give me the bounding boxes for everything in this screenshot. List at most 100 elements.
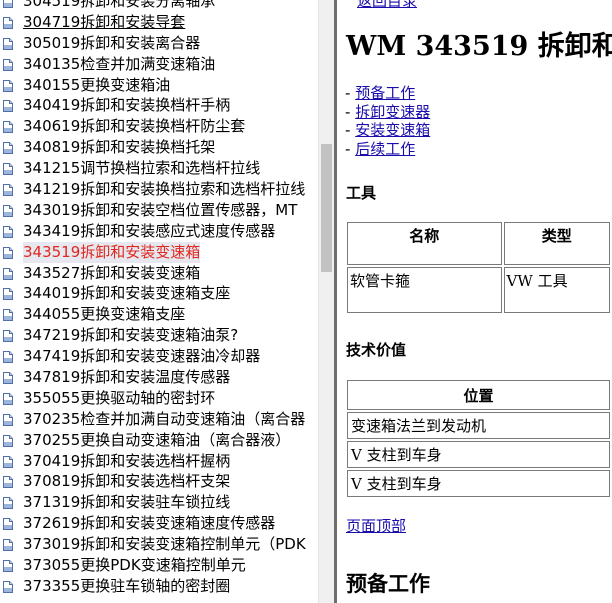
tree-item-label: 370235检查并加满自动变速箱油（离合器	[23, 409, 306, 428]
tree-item[interactable]: 347819拆卸和安装温度传感器	[0, 367, 318, 388]
document-icon	[3, 142, 13, 155]
tree-item[interactable]: 373055更换PDK变速箱控制单元	[0, 555, 318, 576]
document-icon	[3, 16, 13, 29]
column-header-type: 类型	[503, 222, 610, 265]
topic-tree-list: 304519拆卸和安装分离轴承 304719拆卸和安装导套 305019拆卸和安装离…	[0, 0, 318, 597]
toc-link-preparation[interactable]: 预备工作	[355, 84, 415, 102]
table-cell: 软管卡箍	[347, 267, 502, 313]
tree-item[interactable]: 370419拆卸和安装选档杆握柄	[0, 451, 318, 472]
document-icon	[3, 476, 13, 489]
tree-item-label: 340819拆卸和安装换档托架	[23, 138, 216, 157]
tree-item-label: 343019拆卸和安装空档位置传感器，MT	[23, 200, 298, 219]
table-cell: VW 工具	[503, 267, 610, 313]
document-icon	[3, 351, 13, 364]
toc-dash: -	[345, 84, 356, 102]
tree-item[interactable]: 347419拆卸和安装变速器油冷却器	[0, 346, 318, 367]
tree-item[interactable]: 341219拆卸和安装换档拉索和选档杆拉线	[0, 179, 318, 200]
toc-item: - 后续工作	[345, 140, 430, 159]
tree-item[interactable]: 370235检查并加满自动变速箱油（离合器	[0, 409, 318, 430]
document-icon	[3, 497, 13, 510]
tree-item[interactable]: 304519拆卸和安装分离轴承	[0, 0, 318, 12]
tree-item-label: 340135检查并加满变速箱油	[23, 54, 216, 73]
document-pane: 返回目录 WM 343519 拆卸和安装变速箱 - 预备工作 - 拆卸变速器 -…	[337, 0, 612, 603]
tree-item[interactable]: 340819拆卸和安装换档托架	[0, 137, 318, 158]
technical-values-table: 位置 变速箱法兰到发动机 V 支柱到车身 V 支柱到车身	[345, 378, 612, 499]
document-icon	[3, 434, 13, 447]
tree-item[interactable]: 340619拆卸和安装换档杆防尘套	[0, 116, 318, 137]
tree-item[interactable]: 343419拆卸和安装感应式速度传感器	[0, 221, 318, 242]
tree-item-label: 304519拆卸和安装分离轴承	[23, 0, 216, 10]
table-header-row: 名称 类型	[347, 222, 610, 265]
tree-item-label: 305019拆卸和安装离合器	[23, 33, 201, 52]
table-row: 软管卡箍 VW 工具	[347, 267, 610, 313]
document-title: WM 343519 拆卸和安装变速箱	[346, 31, 612, 62]
table-row: 变速箱法兰到发动机	[347, 412, 610, 439]
column-header-position: 位置	[347, 380, 610, 410]
toc-link-follow-up[interactable]: 后续工作	[355, 140, 415, 158]
tree-item-label: 370819拆卸和安装选档杆支架	[23, 472, 231, 491]
tree-item-label: 344055更换变速箱支座	[23, 305, 186, 324]
tree-item-label: 343527拆卸和安装变速箱	[23, 263, 201, 282]
tree-item-label: 372619拆卸和安装变速箱速度传感器	[23, 514, 276, 533]
back-to-index-link[interactable]: 返回目录	[357, 0, 417, 11]
tree-item-label: 341219拆卸和安装换档拉索和选档杆拉线	[23, 180, 306, 199]
tree-item-label: 340155更换变速箱油	[23, 75, 171, 94]
document-icon	[3, 560, 13, 573]
scrollbar-thumb[interactable]	[321, 144, 332, 272]
tree-item-label: 341215调节换档拉索和选档杆拉线	[23, 159, 261, 178]
document-icon	[3, 413, 13, 426]
toc-dash: -	[345, 102, 356, 121]
document-icon	[3, 121, 13, 134]
tree-item[interactable]: 347219拆卸和安装变速箱油泵?	[0, 325, 318, 346]
toc-item: - 拆卸变速器	[345, 103, 430, 122]
toc-dash: -	[345, 140, 356, 159]
tree-item[interactable]: 373355更换驻车锁轴的密封圈	[0, 576, 318, 597]
tree-item[interactable]: 372619拆卸和安装变速箱速度传感器	[0, 513, 318, 534]
document-icon	[3, 330, 13, 343]
tree-item[interactable]: 344055更换变速箱支座	[0, 304, 318, 325]
toc-link-installation[interactable]: 安装变速箱	[355, 121, 430, 139]
tree-item-label: 347219拆卸和安装变速箱油泵?	[23, 326, 239, 345]
document-icon	[3, 204, 13, 217]
document-icon	[3, 0, 13, 8]
tree-item[interactable]: 340155更换变速箱油	[0, 75, 318, 96]
toc-link-removal[interactable]: 拆卸变速器	[355, 103, 430, 121]
tree-item-label: 343519拆卸和安装变速箱	[23, 241, 201, 263]
column-header-name: 名称	[347, 222, 502, 265]
tree-item[interactable]: 344019拆卸和安装变速箱支座	[0, 283, 318, 304]
tree-item[interactable]: 340135检查并加满变速箱油	[0, 54, 318, 75]
document-icon	[3, 37, 13, 50]
tree-item[interactable]: 371319拆卸和安装驻车锁拉线	[0, 492, 318, 513]
tree-item[interactable]: 370255更换自动变速箱油（离合器液）	[0, 430, 318, 451]
tree-item[interactable]: 340419拆卸和安装换档杆手柄	[0, 95, 318, 116]
page-top-link[interactable]: 页面顶部	[346, 515, 406, 536]
tree-item[interactable]: 341215调节换档拉索和选档杆拉线	[0, 158, 318, 179]
tree-item[interactable]: 343019拆卸和安装空档位置传感器，MT	[0, 200, 318, 221]
document-icon	[3, 100, 13, 113]
tree-item[interactable]: 305019拆卸和安装离合器	[0, 33, 318, 54]
document-icon	[3, 372, 13, 385]
document-icon	[3, 163, 13, 176]
tree-scrollbar[interactable]	[318, 0, 334, 603]
document-icon	[3, 580, 13, 593]
tree-item[interactable]: 343527拆卸和安装变速箱	[0, 263, 318, 284]
table-row: V 支柱到车身	[347, 441, 610, 468]
tree-item-label: 370255更换自动变速箱油（离合器液）	[23, 430, 291, 449]
tree-item[interactable]: 370819拆卸和安装选档杆支架	[0, 471, 318, 492]
toc-item: - 预备工作	[345, 84, 430, 103]
document-icon	[3, 225, 13, 238]
document-icon	[3, 246, 13, 259]
tree-item[interactable]: 304719拆卸和安装导套	[0, 12, 318, 33]
table-of-contents: - 预备工作 - 拆卸变速器 - 安装变速箱 - 后续工作	[345, 84, 430, 159]
tree-item-label: 373019拆卸和安装变速箱控制单元（PDK	[23, 535, 306, 554]
tree-item[interactable]: 355055更换驱动轴的密封环	[0, 388, 318, 409]
tree-item-label: 347419拆卸和安装变速器油冷却器	[23, 347, 261, 366]
table-cell: 变速箱法兰到发动机	[347, 412, 610, 439]
tools-table: 名称 类型 软管卡箍 VW 工具	[345, 220, 612, 315]
preparation-heading: 预备工作	[346, 571, 430, 596]
document-icon	[3, 184, 13, 197]
tree-item[interactable]: 343519拆卸和安装变速箱	[0, 241, 318, 263]
tree-item[interactable]: 373019拆卸和安装变速箱控制单元（PDK	[0, 534, 318, 555]
tree-item-label: 340419拆卸和安装换档杆手柄	[23, 96, 231, 115]
tree-item-label: 347819拆卸和安装温度传感器	[23, 368, 231, 387]
